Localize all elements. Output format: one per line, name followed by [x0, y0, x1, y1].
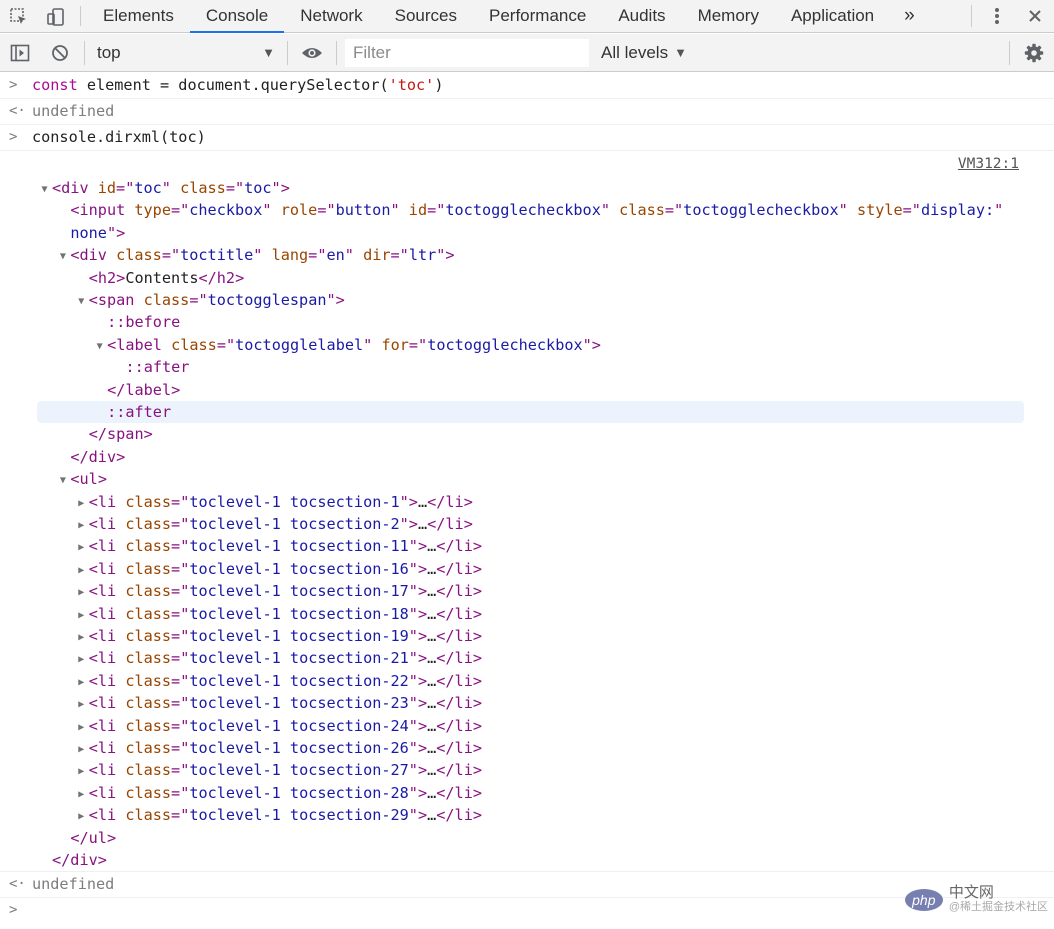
tree-node-pseudo-after[interactable]: ::after — [110, 356, 189, 378]
toolbar-divider — [336, 40, 337, 65]
tree-node-pseudo-before[interactable]: ::before — [92, 311, 180, 333]
console-result-message: <· undefined — [0, 99, 1054, 125]
collapse-triangle-icon[interactable]: ▶ — [74, 761, 89, 783]
collapse-triangle-icon[interactable]: ▶ — [74, 672, 89, 694]
gear-icon[interactable] — [1014, 34, 1054, 72]
tree-node-li[interactable]: ▶ <li class="toclevel-1 tocsection-28">…<… — [74, 782, 482, 804]
prompt-caret-icon: > — [9, 902, 18, 918]
collapse-triangle-icon[interactable]: ▶ — [74, 649, 89, 671]
watermark: php 中文网 @稀土掘金技术社区 — [904, 885, 1048, 915]
tree-node-li[interactable]: ▶ <li class="toclevel-1 tocsection-21">…<… — [74, 647, 482, 669]
tree-node-li[interactable]: ▶ <li class="toclevel-1 tocsection-26">…<… — [74, 737, 482, 759]
tree-node-li[interactable]: ▶ <li class="toclevel-1 tocsection-2">…</… — [74, 513, 473, 535]
tree-node-li[interactable]: ▶ <li class="toclevel-1 tocsection-1">…</… — [74, 491, 473, 513]
collapse-triangle-icon[interactable]: ▶ — [74, 627, 89, 649]
collapse-triangle-icon[interactable]: ▶ — [74, 784, 89, 806]
tab-elements[interactable]: Elements — [87, 0, 190, 32]
console-prompt[interactable]: > — [0, 898, 1054, 923]
highlighted-row — [37, 401, 1024, 423]
tab-sources[interactable]: Sources — [379, 0, 473, 32]
inspect-element-icon[interactable] — [0, 0, 37, 33]
tree-node-span-close[interactable]: </span> — [74, 423, 153, 445]
tree-node-li[interactable]: ▶ <li class="toclevel-1 tocsection-17">…<… — [74, 580, 482, 602]
collapse-triangle-icon[interactable]: ▶ — [74, 537, 89, 559]
tree-node-div-toc-close[interactable]: </div> — [37, 849, 107, 871]
expand-triangle-icon[interactable]: ▼ — [37, 179, 52, 201]
collapse-triangle-icon[interactable]: ▶ — [74, 806, 89, 828]
dirxml-log-message: VM312:1 ▼ <div id="toc" class="toc"> <inpu… — [0, 151, 1054, 872]
toolbar-divider — [1009, 40, 1010, 65]
tabbar-divider — [80, 6, 81, 26]
tab-memory[interactable]: Memory — [682, 0, 775, 32]
tree-node-li[interactable]: ▶ <li class="toclevel-1 tocsection-19">…<… — [74, 625, 482, 647]
chevron-down-icon: ▼ — [262, 45, 275, 60]
tree-node-li[interactable]: ▶ <li class="toclevel-1 tocsection-27">…<… — [74, 759, 482, 781]
watermark-logo: php — [904, 889, 943, 911]
tab-application[interactable]: Application — [775, 0, 890, 32]
filter-input[interactable] — [345, 38, 589, 67]
console-toolbar: top ▼ All levels ▼ — [0, 34, 1054, 72]
collapse-triangle-icon[interactable]: ▶ — [74, 493, 89, 515]
tree-node-input-wrap[interactable]: none"> — [55, 222, 125, 244]
console-output: > const element = document.querySelector… — [0, 73, 1054, 929]
console-input-message: > const element = document.querySelector… — [0, 73, 1054, 99]
source-link[interactable]: VM312:1 — [958, 156, 1019, 172]
toolbar-divider — [287, 40, 288, 65]
collapse-triangle-icon[interactable]: ▶ — [74, 560, 89, 582]
tab-performance[interactable]: Performance — [473, 0, 602, 32]
tabbar-right-divider — [971, 5, 972, 27]
tab-network[interactable]: Network — [284, 0, 378, 32]
tree-node-li[interactable]: ▶ <li class="toclevel-1 tocsection-11">…<… — [74, 535, 482, 557]
tree-node-li[interactable]: ▶ <li class="toclevel-1 tocsection-23">…<… — [74, 692, 482, 714]
tab-audits[interactable]: Audits — [602, 0, 681, 32]
expand-triangle-icon[interactable]: ▼ — [55, 470, 70, 492]
toolbar-divider — [84, 40, 85, 65]
collapse-triangle-icon[interactable]: ▶ — [74, 717, 89, 739]
collapse-triangle-icon[interactable]: ▶ — [74, 582, 89, 604]
tree-node-div-close[interactable]: </div> — [55, 446, 125, 468]
tree-node-span[interactable]: ▼ <span class="toctogglespan"> — [74, 289, 345, 311]
more-options-icon[interactable] — [978, 0, 1016, 33]
clear-console-icon[interactable] — [40, 34, 80, 72]
more-tabs-button[interactable]: » — [890, 0, 929, 32]
input-prompt-icon: > — [9, 129, 18, 145]
tree-node-li[interactable]: ▶ <li class="toclevel-1 tocsection-24">…<… — [74, 715, 482, 737]
expand-triangle-icon[interactable]: ▼ — [92, 336, 107, 358]
close-icon[interactable] — [1016, 0, 1054, 33]
context-value: top — [97, 42, 121, 62]
chevron-down-icon: ▼ — [674, 45, 687, 60]
tree-node-li[interactable]: ▶ <li class="toclevel-1 tocsection-22">…<… — [74, 670, 482, 692]
console-result-message: <· undefined — [0, 872, 1054, 898]
tree-node-pseudo-after[interactable]: ::after — [92, 401, 171, 423]
tree-node-ul-close[interactable]: </ul> — [55, 827, 116, 849]
console-input-message: > console.dirxml(toc) — [0, 125, 1054, 151]
tree-node-label[interactable]: ▼ <label class="toctogglelabel" for="toct… — [92, 334, 601, 356]
tree-node-h2[interactable]: <h2>Contents</h2> — [74, 267, 245, 289]
input-prompt-icon: > — [9, 77, 18, 93]
tree-node-input[interactable]: <input type="checkbox" role="button" id=… — [55, 199, 1003, 221]
tree-node-div-toctitle[interactable]: ▼ <div class="toctitle" lang="en" dir="lt… — [55, 244, 455, 268]
result-prompt-icon: <· — [9, 103, 26, 119]
collapse-triangle-icon[interactable]: ▶ — [74, 515, 89, 537]
log-levels-dropdown[interactable]: All levels ▼ — [589, 43, 699, 63]
tree-node-label-close[interactable]: </label> — [92, 379, 180, 401]
tab-console[interactable]: Console — [189, 0, 285, 33]
tree-node-li[interactable]: ▶ <li class="toclevel-1 tocsection-29">…<… — [74, 804, 482, 826]
tree-node-li[interactable]: ▶ <li class="toclevel-1 tocsection-16">…<… — [74, 558, 482, 580]
context-selector[interactable]: top ▼ — [89, 39, 283, 67]
collapse-triangle-icon[interactable]: ▶ — [74, 605, 89, 627]
device-toolbar-icon[interactable] — [37, 0, 74, 33]
tree-node-div-toc[interactable]: ▼ <div id="toc" class="toc"> — [37, 177, 289, 201]
collapse-triangle-icon[interactable]: ▶ — [74, 694, 89, 716]
expand-triangle-icon[interactable]: ▼ — [55, 246, 70, 268]
tree-node-li[interactable]: ▶ <li class="toclevel-1 tocsection-18">…<… — [74, 603, 482, 625]
live-expression-eye-icon[interactable] — [292, 34, 332, 72]
tree-node-ul[interactable]: ▼ <ul> — [55, 468, 107, 490]
expand-triangle-icon[interactable]: ▼ — [74, 291, 89, 313]
devtools-tabbar: Elements Console Network Sources Performance… — [0, 0, 1054, 33]
result-prompt-icon: <· — [9, 876, 26, 892]
sidebar-toggle-icon[interactable] — [0, 34, 40, 72]
collapse-triangle-icon[interactable]: ▶ — [74, 739, 89, 761]
